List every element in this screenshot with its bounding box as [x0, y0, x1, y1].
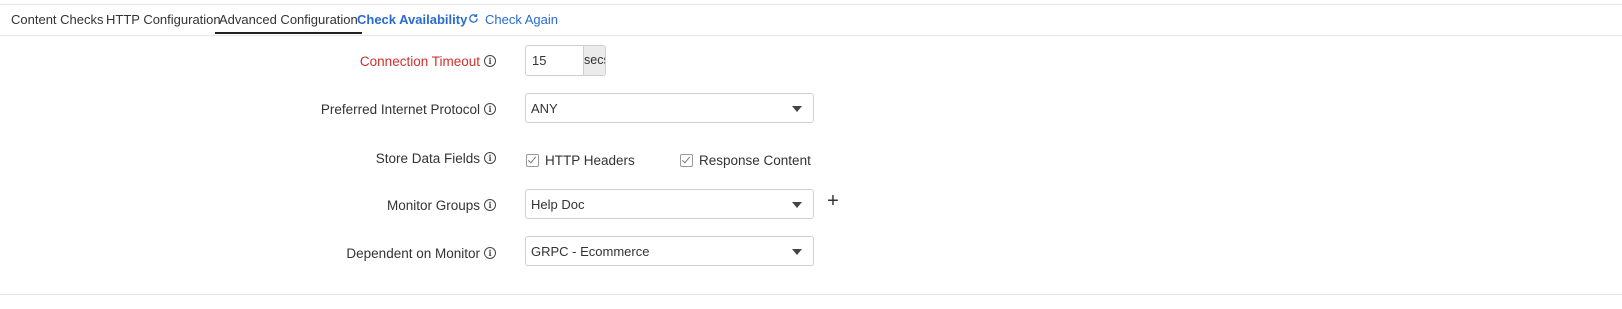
http-headers-label: HTTP Headers — [545, 153, 635, 169]
response-content-label: Response Content — [699, 153, 811, 169]
caret-down-icon — [792, 106, 802, 112]
tab-http-configuration[interactable]: HTTP Configuration — [106, 5, 221, 34]
info-icon[interactable]: i — [484, 55, 496, 68]
caret-down-icon — [792, 249, 802, 255]
info-icon[interactable]: i — [484, 103, 496, 116]
info-icon[interactable]: i — [484, 199, 496, 212]
refresh-icon — [468, 5, 479, 35]
check-again-link[interactable]: Check Again — [468, 5, 558, 34]
dependent-on-monitor-select[interactable]: GRPC - Ecommerce — [525, 236, 814, 266]
add-monitor-group-button[interactable]: + — [826, 191, 840, 211]
check-again-label: Check Again — [485, 12, 558, 27]
tab-bar: Content Checks HTTP Configuration Advanc… — [0, 5, 1622, 36]
info-icon[interactable]: i — [484, 247, 496, 260]
monitor-groups-select[interactable]: Help Doc — [525, 189, 814, 219]
response-content-checkbox[interactable]: Response Content — [680, 152, 811, 169]
connection-timeout-label: Connection Timeout i — [360, 53, 496, 69]
preferred-protocol-label: Preferred Internet Protocol i — [321, 101, 496, 117]
monitor-groups-value: Help Doc — [531, 197, 585, 212]
checkbox-checked-icon[interactable] — [680, 154, 693, 168]
connection-timeout-field: secs — [525, 45, 606, 76]
caret-down-icon — [792, 202, 802, 208]
bottom-divider — [0, 294, 1622, 295]
info-icon[interactable]: i — [484, 152, 496, 165]
preferred-protocol-value: ANY — [531, 101, 558, 116]
timeout-unit-label: secs — [583, 46, 605, 75]
tab-advanced-configuration[interactable]: Advanced Configuration — [215, 5, 362, 34]
monitor-groups-label: Monitor Groups i — [387, 197, 496, 213]
check-availability-link[interactable]: Check Availability — [357, 5, 467, 34]
tab-content-checks[interactable]: Content Checks — [11, 5, 104, 34]
store-data-fields-label: Store Data Fields i — [376, 150, 496, 166]
checkbox-checked-icon[interactable] — [526, 154, 539, 168]
dependent-on-monitor-value: GRPC - Ecommerce — [531, 244, 650, 259]
preferred-protocol-select[interactable]: ANY — [525, 93, 814, 123]
dependent-on-monitor-label: Dependent on Monitor i — [346, 245, 496, 261]
connection-timeout-input[interactable] — [526, 46, 583, 75]
http-headers-checkbox[interactable]: HTTP Headers — [526, 152, 635, 169]
